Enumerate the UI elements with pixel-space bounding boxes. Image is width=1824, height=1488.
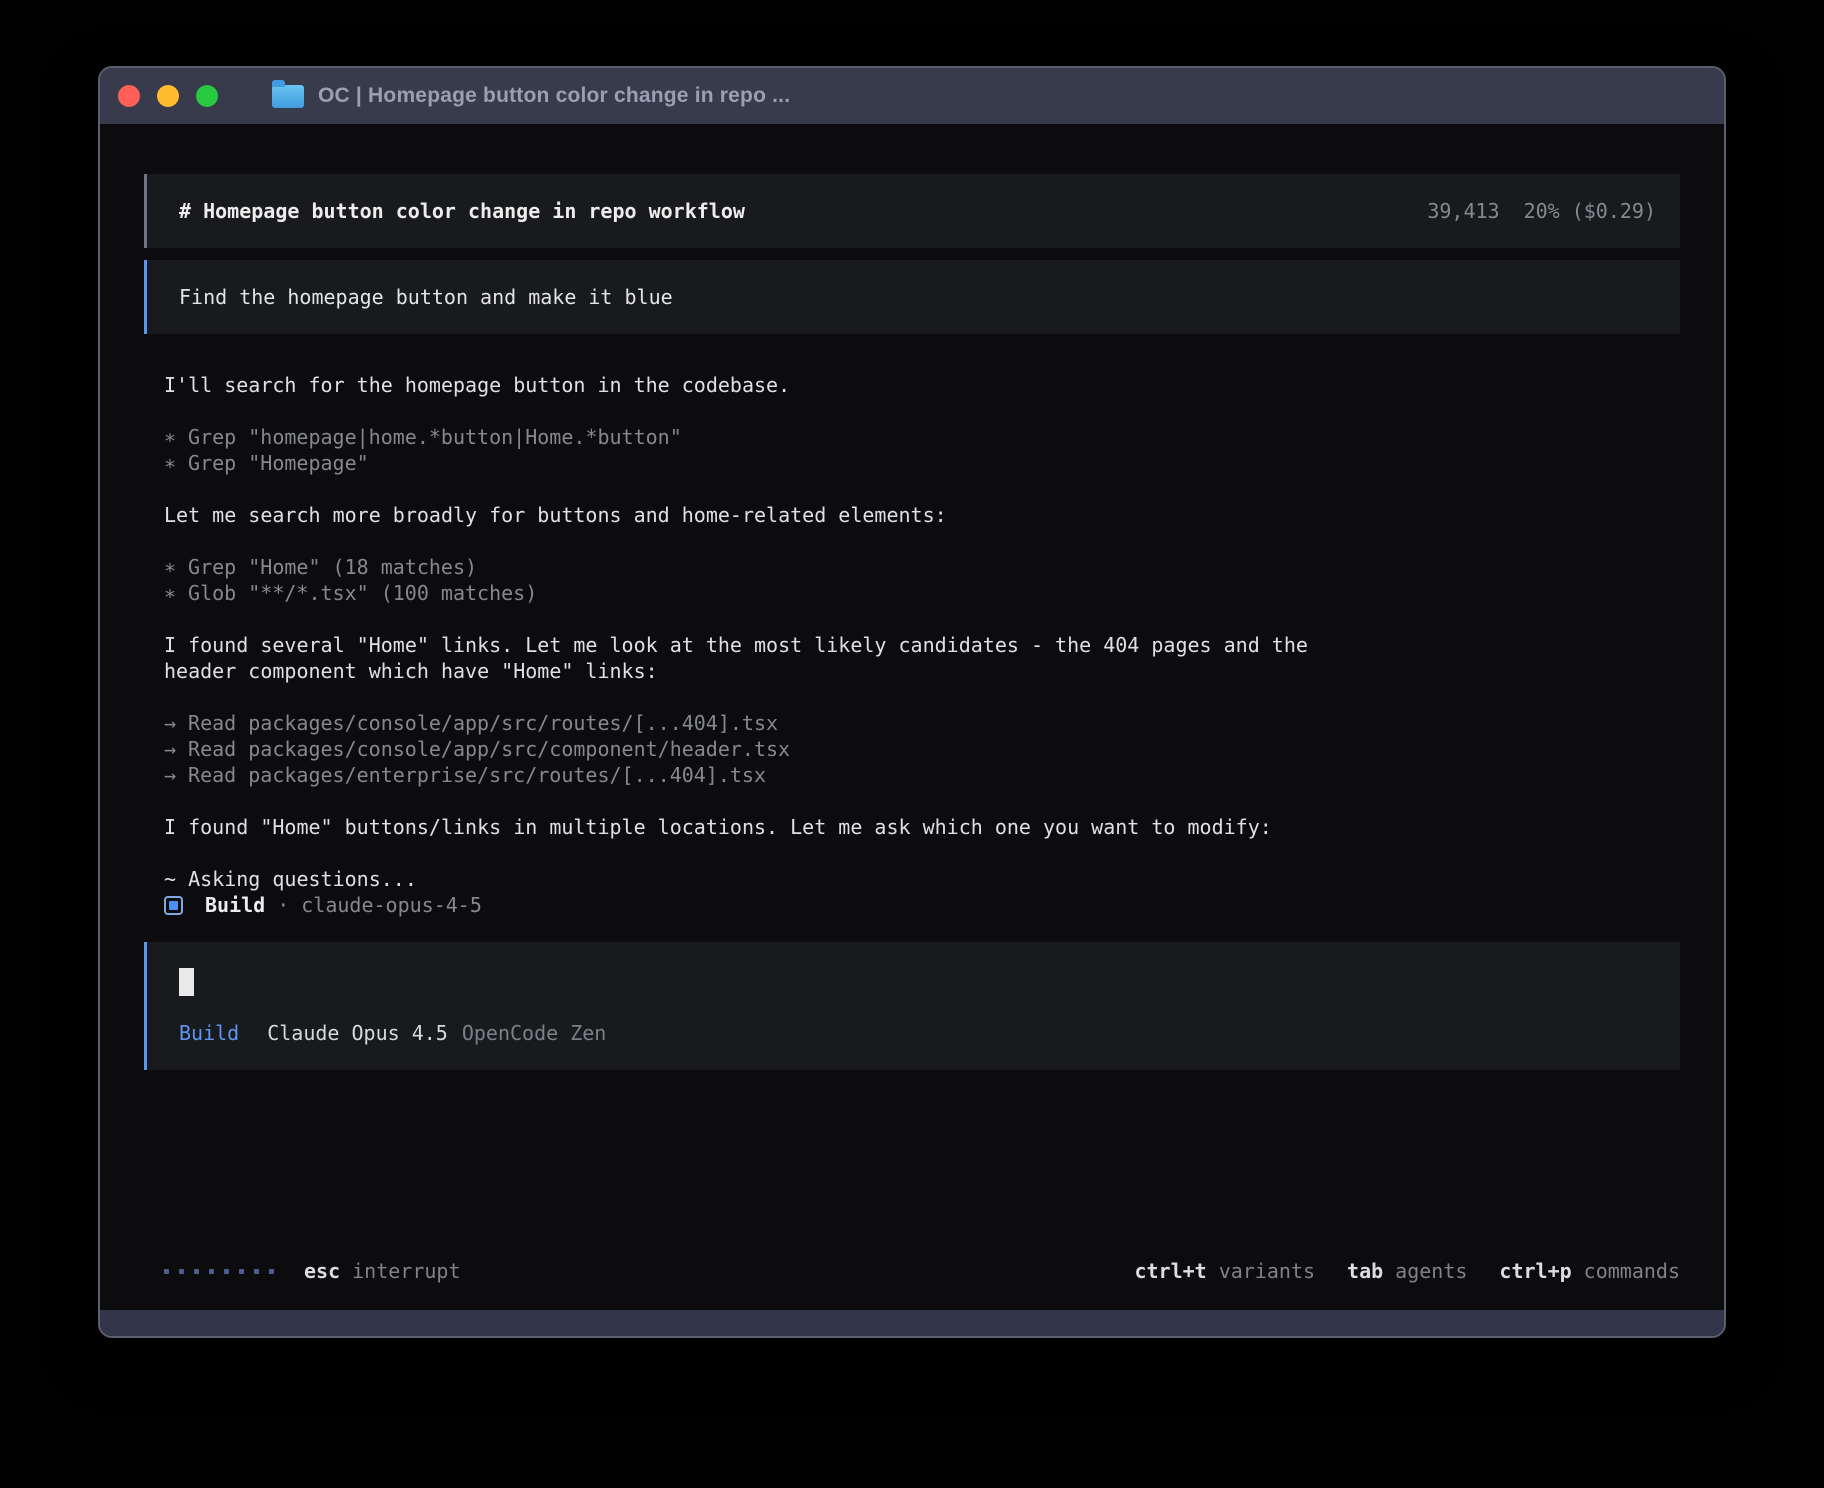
- conversation-text: Read packages/console/app/src/component/…: [188, 737, 790, 761]
- read-tool-icon: →: [164, 763, 176, 787]
- window-footer-strip: [100, 1310, 1724, 1336]
- conversation-text: Grep "homepage|home.*button|Home.*button…: [188, 425, 682, 449]
- keybind-variants: ctrl+tvariants: [1134, 1258, 1315, 1284]
- session-title: # Homepage button color change in repo w…: [179, 198, 745, 224]
- build-agent-icon: [164, 896, 183, 915]
- read-tool-icon: →: [164, 711, 176, 735]
- conversation-line: → Read packages/enterprise/src/routes/[..…: [164, 762, 1680, 788]
- conversation-line: ∗ Grep "homepage|home.*button|Home.*butto…: [164, 424, 1680, 450]
- conversation-text: Read packages/enterprise/src/routes/[...…: [188, 763, 766, 787]
- user-message-text: Find the homepage button and make it blu…: [179, 285, 673, 309]
- tool-call-icon: ∗: [164, 581, 176, 605]
- token-count: 39,413: [1427, 198, 1499, 224]
- conversation-text: I found "Home" buttons/links in multiple…: [164, 815, 1272, 839]
- minimize-button[interactable]: [157, 85, 179, 107]
- conversation-text: Glob "**/*.tsx" (100 matches): [188, 581, 537, 605]
- spinner-dot: [164, 1269, 169, 1274]
- conversation-text: Grep "Home" (18 matches): [188, 555, 477, 579]
- conversation-line: I found several "Home" links. Let me loo…: [164, 632, 1680, 658]
- conversation-blank-line: [164, 476, 1680, 502]
- agent-separator: ·: [277, 892, 289, 918]
- read-tool-icon: →: [164, 737, 176, 761]
- conversation-text: I found several "Home" links. Let me loo…: [164, 633, 1308, 657]
- terminal-content: # Homepage button color change in repo w…: [100, 124, 1724, 1310]
- conversation-line: ∗ Grep "Homepage": [164, 450, 1680, 476]
- input-agent-label[interactable]: Build: [179, 1020, 239, 1046]
- keybind-commands: ctrl+pcommands: [1499, 1258, 1680, 1284]
- tool-call-icon: ∗: [164, 425, 176, 449]
- agent-model: claude-opus-4-5: [301, 892, 482, 918]
- window-titlebar[interactable]: OC | Homepage button color change in rep…: [100, 68, 1724, 124]
- input-model-label[interactable]: Claude Opus 4.5: [267, 1020, 448, 1046]
- close-button[interactable]: [118, 85, 140, 107]
- user-message: Find the homepage button and make it blu…: [144, 260, 1680, 334]
- spinner-dot: [224, 1269, 229, 1274]
- agent-status-line: Build · claude-opus-4-5: [164, 892, 1680, 918]
- conversation-text: header component which have "Home" links…: [164, 659, 658, 683]
- agent-name: Build: [205, 892, 265, 918]
- conversation-line: ~ Asking questions...: [164, 866, 1680, 892]
- conversation-line: → Read packages/console/app/src/routes/[.…: [164, 710, 1680, 736]
- conversation-text: Let me search more broadly for buttons a…: [164, 503, 947, 527]
- conversation-line: → Read packages/console/app/src/component…: [164, 736, 1680, 762]
- conversation-blank-line: [164, 606, 1680, 632]
- conversation-blank-line: [164, 398, 1680, 424]
- conversation: I'll search for the homepage button in t…: [164, 372, 1680, 892]
- conversation-text: Grep "Homepage": [188, 451, 369, 475]
- spinner-dot: [179, 1269, 184, 1274]
- status-bar-right: ctrl+tvariants tabagents ctrl+pcommands: [1134, 1258, 1680, 1284]
- conversation-text: ~ Asking questions...: [164, 867, 417, 891]
- terminal-window: OC | Homepage button color change in rep…: [98, 66, 1726, 1338]
- text-cursor: [179, 968, 194, 996]
- spinner-dot: [254, 1269, 259, 1274]
- keybind-interrupt: escinterrupt: [304, 1258, 461, 1284]
- conversation-line: I'll search for the homepage button in t…: [164, 372, 1680, 398]
- keybind-agents: tabagents: [1347, 1258, 1467, 1284]
- spinner-dot: [269, 1269, 274, 1274]
- input-meta: Build Claude Opus 4.5 OpenCode Zen: [179, 1020, 1656, 1046]
- conversation-blank-line: [164, 840, 1680, 866]
- spinner-dot: [209, 1269, 214, 1274]
- maximize-button[interactable]: [196, 85, 218, 107]
- conversation-text: Read packages/console/app/src/routes/[..…: [188, 711, 778, 735]
- session-cost: ($0.29): [1572, 198, 1656, 224]
- conversation-blank-line: [164, 528, 1680, 554]
- spinner-dot: [194, 1269, 199, 1274]
- conversation-text: I'll search for the homepage button in t…: [164, 373, 790, 397]
- conversation-line: I found "Home" buttons/links in multiple…: [164, 814, 1680, 840]
- conversation-line: ∗ Grep "Home" (18 matches): [164, 554, 1680, 580]
- conversation-line: header component which have "Home" links…: [164, 658, 1680, 684]
- conversation-line: Let me search more broadly for buttons a…: [164, 502, 1680, 528]
- prompt-input[interactable]: Build Claude Opus 4.5 OpenCode Zen: [144, 942, 1680, 1070]
- session-header: # Homepage button color change in repo w…: [144, 174, 1680, 248]
- traffic-lights: [118, 85, 218, 107]
- conversation-blank-line: [164, 684, 1680, 710]
- conversation-line: ∗ Glob "**/*.tsx" (100 matches): [164, 580, 1680, 606]
- folder-icon: [272, 85, 304, 108]
- input-provider-label: OpenCode Zen: [462, 1020, 607, 1046]
- status-bar-left: escinterrupt: [164, 1258, 461, 1284]
- status-bar: escinterrupt ctrl+tvariants tabagents ct…: [144, 1258, 1680, 1284]
- context-percent: 20%: [1524, 198, 1560, 224]
- tool-call-icon: ∗: [164, 451, 176, 475]
- tool-call-icon: ∗: [164, 555, 176, 579]
- session-stats: 39,413 20% ($0.29): [1427, 198, 1656, 224]
- conversation-blank-line: [164, 788, 1680, 814]
- spinner-dot: [239, 1269, 244, 1274]
- spinner-dots: [164, 1269, 274, 1274]
- window-title: OC | Homepage button color change in rep…: [318, 84, 790, 108]
